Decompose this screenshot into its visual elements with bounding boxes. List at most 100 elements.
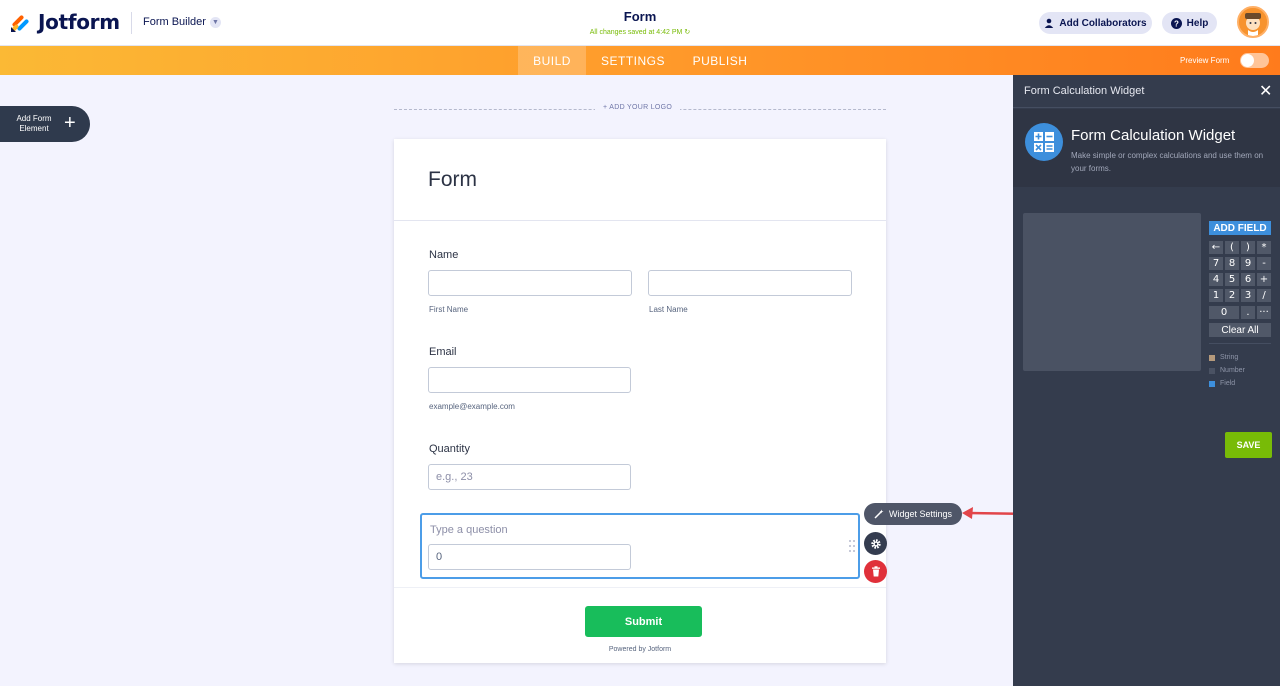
key-2[interactable]: 2 [1225,289,1239,302]
add-collaborators-label: Add Collaborators [1059,17,1147,29]
chevron-down-icon: ▼ [209,16,221,28]
form-heading[interactable]: Form [428,168,477,192]
form-builder-label: Form Builder [143,16,206,28]
key-plus[interactable]: + [1257,273,1271,286]
key-6[interactable]: 6 [1241,273,1255,286]
key-0[interactable]: 0 [1209,306,1239,319]
gear-icon [870,538,881,549]
help-label: Help [1186,17,1209,29]
wand-icon [874,509,884,519]
key-multiply[interactable]: * [1257,241,1271,254]
key-3[interactable]: 3 [1241,289,1255,302]
user-avatar[interactable] [1237,6,1269,38]
brand-name: Jotform [38,10,120,34]
first-name-sublabel: First Name [429,305,469,314]
calculation-widget-field[interactable]: Type a question 0 [420,513,860,579]
calculation-result-input[interactable]: 0 [428,544,631,570]
key-8[interactable]: 8 [1225,257,1239,270]
avatar-icon [1239,8,1267,36]
drag-handle-icon[interactable] [848,539,856,553]
svg-text:?: ? [1174,19,1179,28]
save-status-text: All changes saved at 4:42 PM [589,29,683,36]
help-icon: ? [1170,17,1182,29]
key-backspace[interactable]: ← [1209,241,1223,254]
key-1[interactable]: 1 [1209,289,1223,302]
quantity-input[interactable]: e.g., 23 [428,464,631,490]
close-icon[interactable]: ✕ [1259,81,1272,101]
widget-description: Make simple or complex calculations and … [1071,151,1264,173]
legend-label: Field [1220,380,1236,387]
add-logo-button[interactable]: + ADD YOUR LOGO [595,104,681,111]
trash-icon [871,566,880,577]
footer-divider [394,587,886,588]
legend-number: Number [1209,367,1245,374]
legend-string: String [1209,354,1238,361]
legend-label: String [1220,354,1239,361]
panel-titlebar: Form Calculation Widget ✕ [1013,75,1280,108]
header-divider [131,12,132,34]
jotform-logo-icon [11,15,29,32]
email-label: Email [429,346,457,358]
help-button[interactable]: ? Help [1162,12,1217,34]
name-label: Name [429,249,459,261]
email-field[interactable] [428,367,631,393]
widget-settings-panel: Form Calculation Widget ✕ Form Calculati… [1013,75,1280,686]
tab-build[interactable]: BUILD [518,46,586,75]
key-decimal[interactable]: . [1241,306,1255,319]
save-status: All changes saved at 4:42 PM ↻ [540,28,740,36]
legend-swatch [1209,380,1215,387]
jotform-logo[interactable]: Jotform [10,10,120,34]
quantity-label: Quantity [429,443,470,455]
builder-navbar: BUILD SETTINGS PUBLISH Preview Form [0,46,1280,75]
form-canvas: Form Name First Name Last Name Email exa… [394,139,886,663]
user-icon [1045,18,1054,28]
toggle-knob [1241,54,1254,67]
question-label[interactable]: Type a question [430,524,508,536]
form-header[interactable]: Form [394,139,886,221]
widget-info: Form Calculation Widget Make simple or c… [1013,109,1280,187]
last-name-input[interactable] [648,270,852,296]
legend-divider [1209,343,1271,344]
widget-name: Form Calculation Widget [1071,127,1236,144]
calculator-icon [1025,123,1063,161]
submit-button[interactable]: Submit [585,606,702,637]
last-name-sublabel: Last Name [649,305,688,314]
formula-editor[interactable] [1023,213,1201,371]
preview-form-toggle[interactable] [1240,53,1269,68]
add-form-element-button[interactable]: Add Form Element + [0,106,90,142]
add-form-element-label: Add Form Element [16,114,52,133]
save-button[interactable]: SAVE [1225,432,1272,458]
key-5[interactable]: 5 [1225,273,1239,286]
tab-publish[interactable]: PUBLISH [684,46,756,75]
preview-form-label: Preview Form [1180,56,1230,65]
widget-settings-button[interactable]: Widget Settings [864,503,962,525]
panel-title: Form Calculation Widget [1024,85,1145,97]
key-divide[interactable]: / [1257,289,1271,302]
key-open-paren[interactable]: ( [1225,241,1239,254]
first-name-input[interactable] [428,270,632,296]
form-builder-menu[interactable]: Form Builder ▼ [143,16,221,28]
email-sublabel: example@example.com [429,402,515,411]
clear-all-button[interactable]: Clear All [1209,323,1271,337]
add-collaborators-button[interactable]: Add Collaborators [1039,12,1152,34]
key-4[interactable]: 4 [1209,273,1223,286]
legend-label: Number [1220,367,1245,374]
legend-swatch [1209,354,1215,361]
tab-settings[interactable]: SETTINGS [594,46,672,75]
form-title[interactable]: Form [540,9,740,24]
legend-swatch [1209,367,1215,374]
field-properties-button[interactable] [864,532,887,555]
top-header: Jotform Form Builder ▼ Form All changes … [0,0,1280,46]
powered-by-text: Powered by Jotform [608,646,672,653]
plus-icon: + [64,112,76,134]
widget-settings-label: Widget Settings [888,509,953,519]
key-more[interactable]: ··· [1257,306,1271,319]
key-7[interactable]: 7 [1209,257,1223,270]
delete-field-button[interactable] [864,560,887,583]
refresh-icon: ↻ [684,29,691,36]
key-9[interactable]: 9 [1241,257,1255,270]
key-minus[interactable]: - [1257,257,1271,270]
add-field-button[interactable]: ADD FIELD [1209,221,1271,235]
legend-field: Field [1209,380,1235,387]
key-close-paren[interactable]: ) [1241,241,1255,254]
